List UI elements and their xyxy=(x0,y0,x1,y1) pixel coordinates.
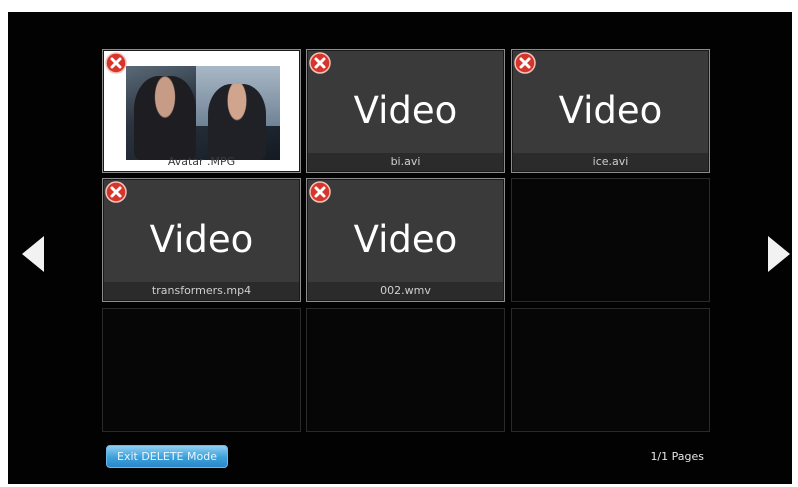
next-page-arrow-icon[interactable] xyxy=(760,233,792,275)
video-placeholder-text: Video xyxy=(353,89,458,132)
video-tile[interactable]: Video bi.avi xyxy=(306,49,505,173)
empty-slot xyxy=(511,178,710,302)
video-filename: 002.wmv xyxy=(308,282,503,300)
delete-x-icon[interactable] xyxy=(309,52,331,74)
page-indicator: 1/1 Pages xyxy=(650,450,704,463)
video-tile[interactable]: Avatar .MPG xyxy=(102,49,301,173)
exit-delete-mode-button[interactable]: Exit DELETE Mode xyxy=(106,445,228,468)
delete-x-icon[interactable] xyxy=(105,52,127,74)
video-browser-screen: Avatar .MPG Video bi.avi Video ice.avi V… xyxy=(8,12,792,484)
video-tile[interactable]: Video ice.avi xyxy=(511,49,710,173)
video-placeholder-text: Video xyxy=(149,218,254,261)
video-filename: ice.avi xyxy=(513,153,708,171)
empty-slot xyxy=(102,308,301,432)
empty-slot xyxy=(306,308,505,432)
video-placeholder-text: Video xyxy=(353,218,458,261)
empty-slot xyxy=(511,308,710,432)
delete-x-icon[interactable] xyxy=(514,52,536,74)
video-tile[interactable]: Video 002.wmv xyxy=(306,178,505,302)
thumbnail-image xyxy=(126,66,280,160)
previous-page-arrow-icon[interactable] xyxy=(18,233,52,275)
video-tile[interactable]: Video transformers.mp4 xyxy=(102,178,301,302)
video-filename: transformers.mp4 xyxy=(104,282,299,300)
video-placeholder-text: Video xyxy=(558,89,663,132)
video-filename: bi.avi xyxy=(308,153,503,171)
delete-x-icon[interactable] xyxy=(309,181,331,203)
delete-x-icon[interactable] xyxy=(105,181,127,203)
video-filename: Avatar .MPG xyxy=(167,155,236,168)
